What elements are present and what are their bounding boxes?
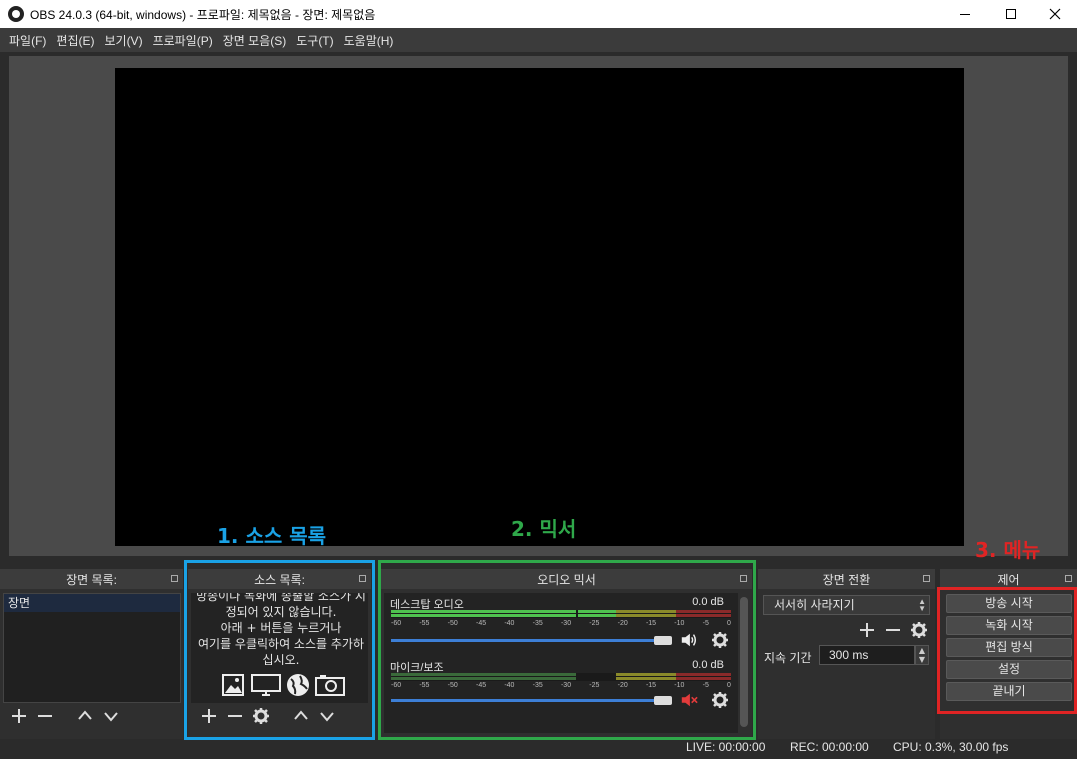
scene-list: 장면 (3, 593, 181, 703)
annotation-mixer-label: 2. 믹서 (511, 517, 577, 541)
gear-icon[interactable] (910, 621, 928, 639)
scenes-dock: 장면 목록: 장면 (0, 569, 183, 739)
add-transition-icon[interactable] (858, 621, 876, 639)
obs-logo-icon (8, 6, 24, 22)
close-button[interactable] (1032, 0, 1077, 28)
menu-file[interactable]: 파일(F) (4, 32, 51, 49)
minimize-button[interactable] (942, 0, 988, 28)
status-cpu: CPU: 0.3%, 30.00 fps (893, 740, 1009, 754)
move-up-icon[interactable] (76, 707, 94, 725)
transitions-header: 장면 전환 (758, 569, 935, 589)
status-live: LIVE: 00:00:00 (686, 740, 766, 754)
transition-selected-value: 서서히 사라지기 (774, 598, 855, 612)
controls-header: 제어 (940, 569, 1077, 589)
transition-select[interactable]: 서서히 사라지기 ▲ ▼ (763, 595, 930, 615)
duration-input[interactable]: 300 ms (819, 645, 915, 665)
undock-icon[interactable] (171, 575, 178, 582)
add-scene-icon[interactable] (10, 707, 28, 725)
maximize-button[interactable] (988, 0, 1034, 28)
maximize-icon (1006, 9, 1016, 19)
remove-scene-icon[interactable] (36, 707, 54, 725)
preview-canvas[interactable] (115, 68, 964, 546)
menu-view[interactable]: 보기(V) (99, 32, 147, 49)
close-icon (1049, 8, 1061, 20)
menu-help[interactable]: 도움말(H) (339, 32, 399, 49)
preview-area (9, 56, 1068, 556)
transitions-dock: 장면 전환 서서히 사라지기 ▲ ▼ 지속 기간 300 ms ▲ ▼ (758, 569, 935, 739)
annotation-mixer-box (378, 560, 756, 740)
window-title: OBS 24.0.3 (64-bit, windows) - 프로파일: 제목없… (30, 8, 376, 22)
menu-scene-collection[interactable]: 장면 모음(S) (218, 32, 292, 49)
scene-item[interactable]: 장면 (4, 594, 180, 612)
transitions-header-title: 장면 전환 (822, 572, 871, 587)
duration-stepper[interactable]: ▲ ▼ (915, 645, 929, 665)
scenes-header: 장면 목록: (0, 569, 183, 589)
menu-bar: 파일(F) 편집(E) 보기(V) 프로파일(P) 장면 모음(S) 도구(T)… (0, 28, 1077, 52)
annotation-sources-label: 1. 소스 목록 (217, 524, 327, 548)
annotation-controls-box (937, 587, 1077, 714)
scenes-header-title: 장면 목록: (66, 572, 117, 587)
annotation-sources-box (184, 560, 375, 740)
menu-profile[interactable]: 프로파일(P) (148, 32, 218, 49)
scenes-toolbar (10, 707, 120, 725)
remove-transition-icon[interactable] (884, 621, 902, 639)
menu-tools[interactable]: 도구(T) (291, 32, 338, 49)
title-bar: OBS 24.0.3 (64-bit, windows) - 프로파일: 제목없… (0, 0, 1077, 28)
updown-icon: ▲ ▼ (918, 597, 926, 613)
undock-icon[interactable] (1065, 575, 1072, 582)
controls-header-title: 제어 (997, 572, 1020, 587)
menu-edit[interactable]: 편집(E) (51, 32, 99, 49)
move-down-icon[interactable] (102, 707, 120, 725)
minimize-icon (960, 13, 970, 15)
status-rec: REC: 00:00:00 (790, 740, 869, 754)
annotation-menu-label: 3. 메뉴 (975, 538, 1041, 562)
duration-label: 지속 기간 (764, 651, 812, 665)
undock-icon[interactable] (923, 575, 930, 582)
transitions-toolbar (858, 621, 928, 639)
